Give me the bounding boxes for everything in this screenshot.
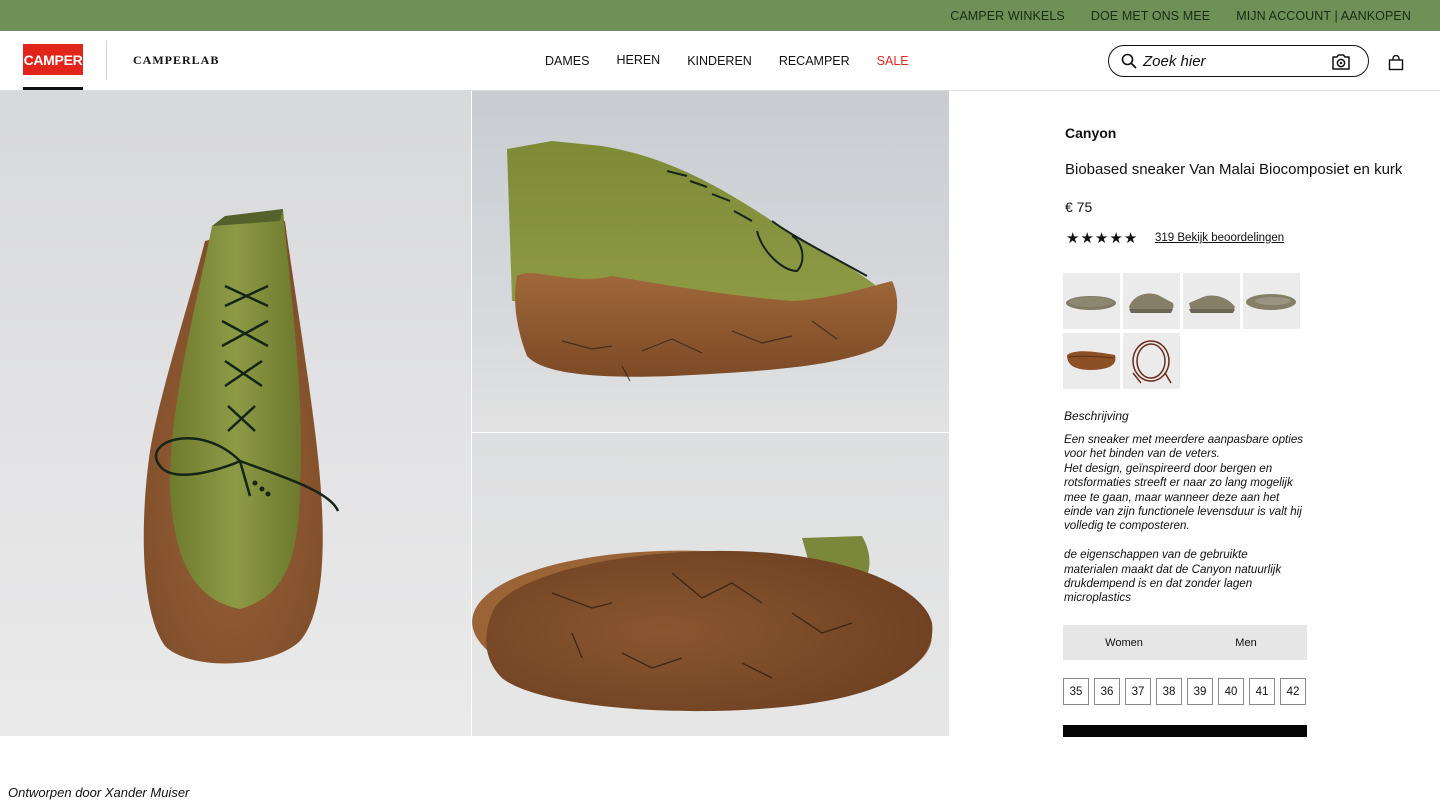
nav-heren[interactable]: HEREN [616, 53, 660, 67]
star-icon: ★ [1066, 230, 1080, 247]
size-option[interactable]: 37 [1125, 678, 1151, 705]
camperlab-logo[interactable]: CAMPERLAB [133, 53, 219, 68]
shopping-bag-icon[interactable] [1388, 55, 1404, 71]
thumbnail-cork-sole[interactable] [1063, 333, 1120, 389]
nav-dames[interactable]: DAMES [545, 54, 589, 68]
top-utility-bar: CAMPER WINKELS DOE MET ONS MEE MIJN ACCO… [0, 0, 1440, 31]
size-option[interactable]: 41 [1249, 678, 1275, 705]
main-nav: DAMES HEREN KINDEREN RECAMPER SALE [545, 31, 936, 90]
description-text: Een sneaker met meerdere aanpasbare opti… [1064, 433, 1304, 605]
product-image-sole[interactable] [472, 433, 949, 736]
size-option[interactable]: 35 [1063, 678, 1089, 705]
header-divider [106, 41, 107, 80]
product-gallery [0, 91, 950, 736]
size-option[interactable]: 42 [1280, 678, 1306, 705]
thumbnail-side-left[interactable] [1123, 273, 1180, 329]
thumbnail-sole-top[interactable] [1063, 273, 1120, 329]
gender-men-option[interactable]: Men [1185, 625, 1307, 660]
designer-credit: Ontworpen door Xander Muiser [8, 785, 190, 800]
star-icon: ★ [1080, 230, 1094, 247]
star-icon: ★ [1123, 230, 1138, 247]
product-image-side[interactable] [472, 91, 949, 432]
join-us-link[interactable]: DOE MET ONS MEE [1091, 9, 1210, 23]
logo-active-indicator [23, 87, 83, 90]
nav-recamper[interactable]: RECAMPER [779, 54, 850, 68]
search-box[interactable]: Zoek hier [1108, 45, 1369, 77]
product-title: Biobased sneaker Van Malai Biocomposiet … [1065, 161, 1403, 178]
thumbnail-top[interactable] [1243, 273, 1300, 329]
camera-search-icon[interactable] [1330, 51, 1352, 73]
camper-logo[interactable]: CAMPER [23, 44, 83, 75]
search-input[interactable]: Zoek hier [1143, 53, 1206, 70]
product-brand: Canyon [1065, 125, 1117, 141]
gender-women-option[interactable]: Women [1063, 625, 1185, 660]
size-option[interactable]: 39 [1187, 678, 1213, 705]
account-link[interactable]: MIJN ACCOUNT | AANKOPEN [1236, 9, 1411, 23]
star-icon: ★ [1094, 230, 1109, 247]
size-option[interactable]: 40 [1218, 678, 1244, 705]
reviews-link[interactable]: 319 Bekijk beoordelingen [1155, 232, 1284, 244]
star-icon: ★ [1109, 230, 1123, 247]
stores-link[interactable]: CAMPER WINKELS [950, 9, 1065, 23]
nav-kinderen[interactable]: KINDEREN [687, 54, 752, 68]
gender-selector: Women Men [1063, 625, 1307, 660]
main-header: CAMPER CAMPERLAB DAMES HEREN KINDEREN RE… [0, 31, 1440, 91]
add-to-cart-button[interactable] [1063, 725, 1307, 737]
rating-stars: ★ ★ ★ ★ ★ [1066, 231, 1137, 247]
product-image-front[interactable] [0, 91, 471, 736]
search-icon [1121, 53, 1137, 69]
thumbnail-side-right[interactable] [1183, 273, 1240, 329]
nav-sale[interactable]: SALE [877, 54, 909, 68]
size-option[interactable]: 38 [1156, 678, 1182, 705]
size-option[interactable]: 36 [1094, 678, 1120, 705]
product-price: € 75 [1065, 199, 1093, 215]
thumbnail-laces[interactable] [1123, 333, 1180, 389]
size-selector: 35 36 37 38 39 40 41 42 [1063, 678, 1306, 705]
description-heading: Beschrijving [1064, 409, 1129, 423]
